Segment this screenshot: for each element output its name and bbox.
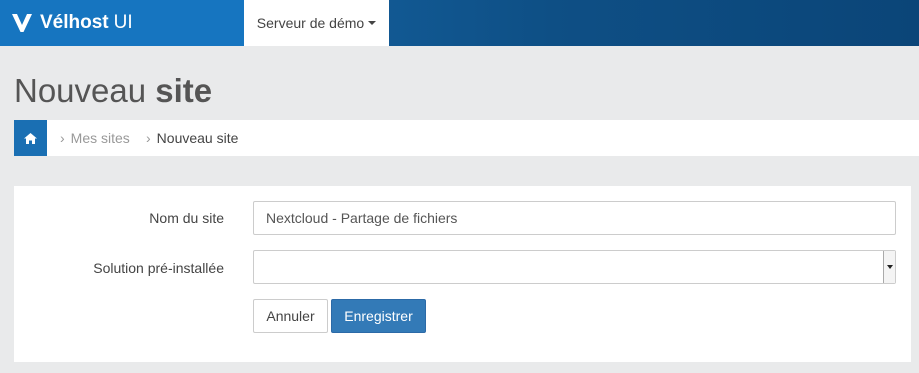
solution-label: Solution pré-installée xyxy=(93,260,224,276)
site-name-input[interactable]: Nextcloud - Partage de fichiers xyxy=(253,201,896,235)
server-selector-dropdown[interactable]: Serveur de démo xyxy=(244,0,389,46)
brand-suffix: UI xyxy=(113,12,133,33)
site-form-panel: Nom du site Nextcloud - Partage de fichi… xyxy=(14,186,911,362)
home-icon xyxy=(24,132,37,144)
solution-select[interactable] xyxy=(253,250,896,284)
chevron-right-icon: › xyxy=(146,130,151,146)
top-navbar: Vélhost UI Serveur de démo xyxy=(0,0,919,46)
server-selector-label: Serveur de démo xyxy=(256,15,365,31)
velhost-logo-icon xyxy=(12,14,32,32)
brand-name: Vélhost xyxy=(40,12,109,33)
breadcrumb-item-sites[interactable]: › Mes sites xyxy=(60,130,130,146)
breadcrumb-home-button[interactable] xyxy=(14,120,47,156)
caret-down-icon xyxy=(368,21,377,25)
cancel-button[interactable]: Annuler xyxy=(253,299,328,333)
site-name-label: Nom du site xyxy=(149,210,224,226)
breadcrumb: › Mes sites › Nouveau site xyxy=(14,120,919,156)
page-title: Nouveau site xyxy=(14,72,212,110)
page-title-bold: site xyxy=(155,72,213,109)
breadcrumb-item-current: › Nouveau site xyxy=(146,130,239,146)
brand-logo[interactable]: Vélhost UI xyxy=(0,0,244,46)
page-title-light: Nouveau xyxy=(14,72,147,109)
save-button[interactable]: Enregistrer xyxy=(331,299,426,333)
chevron-right-icon: › xyxy=(60,130,65,146)
select-arrow-icon[interactable] xyxy=(883,251,895,283)
